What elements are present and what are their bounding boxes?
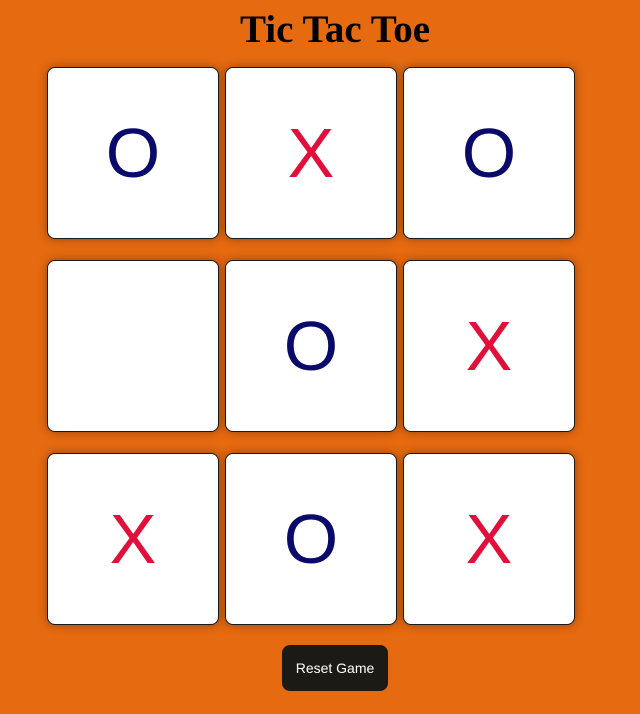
cell-mark: X <box>287 114 335 192</box>
cell-mark: X <box>465 307 513 385</box>
page-title: Tic Tac Toe <box>239 8 431 51</box>
cell-mark: O <box>461 114 517 192</box>
board-cell-1[interactable]: X <box>225 67 397 239</box>
board-cell-8[interactable]: X <box>403 453 575 625</box>
board-cell-2[interactable]: O <box>403 67 575 239</box>
board-cell-6[interactable]: X <box>47 453 219 625</box>
reset-game-button[interactable]: Reset Game <box>282 645 388 691</box>
cell-mark: O <box>105 114 161 192</box>
cell-mark: X <box>465 500 513 578</box>
cell-mark: X <box>109 500 157 578</box>
board-cell-5[interactable]: X <box>403 260 575 432</box>
board-cell-3[interactable] <box>47 260 219 432</box>
board-cell-7[interactable]: O <box>225 453 397 625</box>
board-cell-0[interactable]: O <box>47 67 219 239</box>
board-cell-4[interactable]: O <box>225 260 397 432</box>
cell-mark: O <box>283 500 339 578</box>
cell-mark: O <box>283 307 339 385</box>
game-board: O X O O X X O X <box>47 67 577 627</box>
